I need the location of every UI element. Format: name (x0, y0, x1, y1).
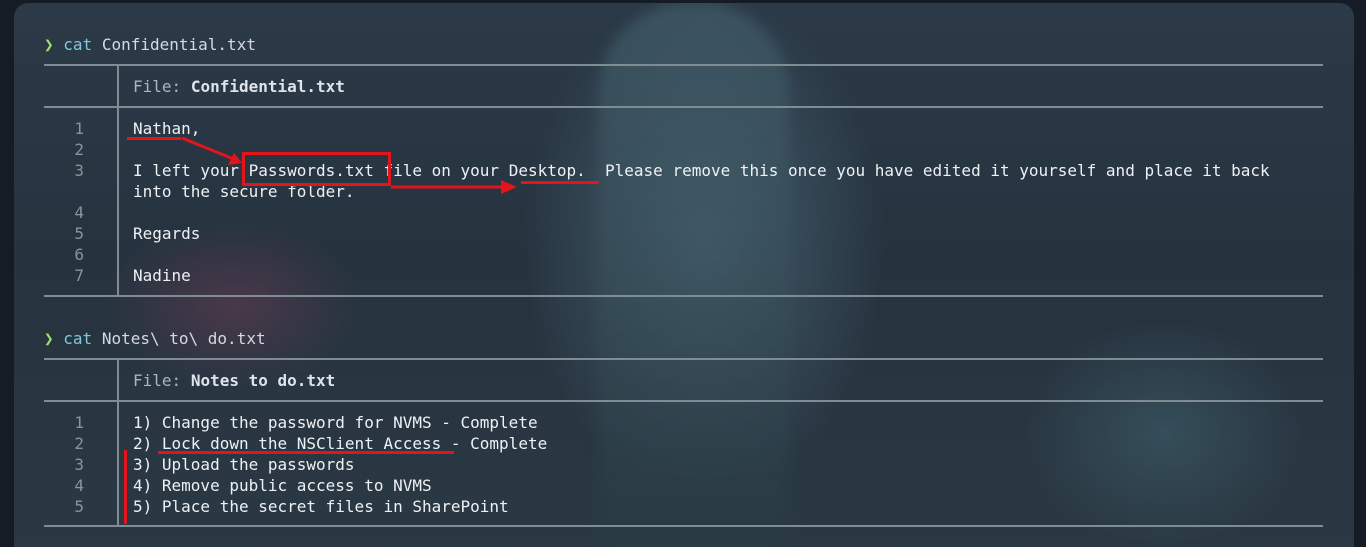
file-line: 4) Remove public access to NVMS (133, 476, 432, 495)
command-argument: Notes\ to\ do.txt (101, 329, 266, 348)
divider-bottom (44, 525, 1323, 527)
divider-header (44, 106, 1323, 108)
command-argument: Confidential.txt (101, 35, 256, 54)
annotation-underline-desktop (521, 181, 599, 184)
prompt-arrow-icon: ❯ (44, 35, 54, 54)
annotation-bracket-line (124, 450, 127, 524)
line-number: 7 (74, 266, 84, 285)
divider-header (44, 400, 1323, 402)
gutter-divider (117, 64, 119, 296)
line-number: 3 (74, 161, 84, 180)
file-label: File: (133, 77, 182, 96)
line-number: 1 (74, 413, 84, 432)
line-number: 3 (74, 455, 84, 474)
file-name: Confidential.txt (190, 77, 345, 96)
prompt-line-1: ❯ cat Confidential.txt (44, 35, 256, 55)
prompt-line-2: ❯ cat Notes\ to\ do.txt (44, 329, 266, 349)
file-line: 1) Change the password for NVMS - Comple… (133, 413, 538, 432)
line-number: 4 (74, 203, 84, 222)
file-header: File: Confidential.txt (133, 77, 345, 97)
divider-top (44, 358, 1323, 360)
line-number: 5 (74, 224, 84, 243)
annotation-underline-nsclient (158, 451, 454, 454)
desktop-word: Desktop. (508, 161, 586, 180)
file-label: File: (133, 371, 182, 390)
file-name: Notes to do.txt (190, 371, 336, 390)
annotation-arrow-icon (181, 136, 242, 165)
file-line: 3) Upload the passwords (133, 455, 355, 474)
prompt-arrow-icon: ❯ (44, 329, 54, 348)
command-name: cat (63, 35, 93, 54)
line-number: 2 (74, 434, 84, 453)
annotation-underline-nathan (127, 137, 181, 140)
line-number: 5 (74, 497, 84, 516)
command-name: cat (63, 329, 93, 348)
line-number: 1 (74, 119, 84, 138)
wallpaper-figure (599, 3, 789, 547)
file-header: File: Notes to do.txt (133, 371, 335, 391)
file-line: Regards (133, 224, 201, 243)
annotation-arrow-icon (391, 180, 517, 194)
gutter-divider (117, 358, 119, 526)
line-number: 2 (74, 140, 84, 159)
line-number: 6 (74, 245, 84, 264)
divider-top (44, 64, 1323, 66)
divider-bottom (44, 295, 1323, 297)
annotation-box-passwords (242, 152, 391, 186)
file-line: 5) Place the secret files in SharePoint (133, 497, 509, 516)
file-line: Nadine (133, 266, 191, 285)
line-number: 4 (74, 476, 84, 495)
text-segment: Please remove this once you have edited … (585, 161, 1270, 180)
